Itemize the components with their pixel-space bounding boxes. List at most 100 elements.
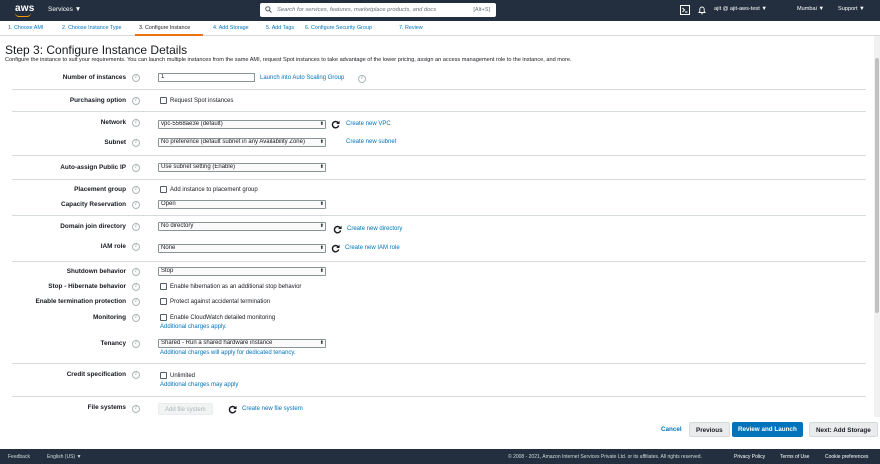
info-icon[interactable]: i (132, 268, 140, 276)
domain-join-select[interactable]: No directory ⬍ (158, 222, 326, 231)
step-configure-security-group[interactable]: 6. Configure Security Group (305, 25, 372, 31)
feedback-link[interactable]: Feedback (8, 454, 30, 460)
privacy-policy-link[interactable]: Privacy Policy (734, 454, 765, 460)
monitoring-charges-link[interactable]: Additional charges apply. (160, 324, 227, 330)
support-menu[interactable]: Support ▼ (838, 6, 865, 12)
info-icon[interactable]: i (132, 314, 140, 322)
termination-protection-checkbox[interactable]: Protect against accidental termination (160, 298, 270, 305)
step-add-tags[interactable]: 5. Add Tags (266, 25, 294, 31)
bell-icon[interactable] (697, 5, 707, 15)
cancel-button[interactable]: Cancel (655, 422, 688, 437)
checkbox[interactable] (160, 314, 167, 321)
review-and-launch-button[interactable]: Review and Launch (732, 422, 803, 437)
services-menu[interactable]: Services ▼ (48, 6, 81, 13)
info-icon[interactable]: i (132, 119, 140, 127)
checkbox[interactable] (160, 97, 167, 104)
label-termination-protection: Enable termination protection (35, 298, 126, 305)
checkbox[interactable] (160, 283, 167, 290)
checkbox-label: Unlimited (170, 372, 196, 379)
placement-group-checkbox[interactable]: Add instance to placement group (160, 186, 258, 193)
hibernation-checkbox[interactable]: Enable hibernation as an additional stop… (160, 283, 301, 290)
checkbox[interactable] (160, 298, 167, 305)
subnet-select[interactable]: No preference (default subnet in any Ava… (158, 138, 326, 147)
refresh-icon[interactable] (331, 120, 340, 129)
divider (12, 396, 866, 397)
public-ip-select[interactable]: Use subnet setting (Enable) ⬍ (158, 163, 326, 172)
create-new-directory-link[interactable]: Create new directory (347, 226, 402, 232)
step-choose-instance-type[interactable]: 2. Choose Instance Type (62, 25, 122, 31)
label-tenancy: Tenancy (100, 340, 126, 347)
search-box[interactable]: Search for services, features, marketpla… (260, 3, 496, 17)
info-icon[interactable]: i (132, 139, 140, 147)
create-new-iam-role-link[interactable]: Create new IAM role (345, 245, 400, 251)
step-review[interactable]: 7. Review (399, 25, 423, 31)
select-arrow-icon: ⬍ (319, 223, 324, 229)
create-new-file-system-link[interactable]: Create new file system (242, 406, 303, 412)
subnet-select-value: No preference (default subnet in any Ava… (161, 139, 305, 145)
active-step-indicator (135, 34, 203, 36)
refresh-icon[interactable] (333, 225, 342, 234)
info-icon[interactable]: i (132, 201, 140, 209)
aws-logo[interactable]: aws (12, 2, 36, 19)
divider (12, 155, 866, 156)
page-title: Step 3: Configure Instance Details (5, 43, 188, 57)
number-of-instances-input[interactable]: 1 (158, 73, 255, 82)
tenancy-select[interactable]: Shared - Run a shared hardware instance ⬍ (158, 339, 326, 348)
cloudwatch-monitoring-checkbox[interactable]: Enable CloudWatch detailed monitoring (160, 314, 275, 321)
action-bar: Cancel Previous Review and Launch Next: … (0, 417, 880, 447)
add-file-system-button[interactable]: Add file system (158, 403, 213, 415)
label-purchasing-option: Purchasing option (69, 97, 126, 104)
label-subnet: Subnet (104, 139, 126, 146)
unlimited-checkbox[interactable]: Unlimited (160, 372, 195, 379)
create-new-subnet-link[interactable]: Create new subnet (346, 139, 396, 145)
label-iam-role: IAM role (100, 243, 126, 250)
info-icon[interactable]: i (132, 243, 140, 251)
label-domain-join-directory: Domain join directory (60, 223, 126, 230)
info-icon[interactable]: i (132, 186, 140, 194)
info-icon[interactable]: i (132, 223, 140, 231)
info-icon[interactable]: i (132, 405, 140, 413)
info-icon[interactable]: i (132, 74, 140, 82)
public-ip-select-value: Use subnet setting (Enable) (161, 164, 236, 170)
account-menu[interactable]: ajit @ ajit-aws-test ▼ (714, 6, 767, 12)
terms-of-use-link[interactable]: Terms of Use (780, 454, 809, 460)
label-network: Network (100, 119, 126, 126)
network-select[interactable]: vpc-5568ae3e (default) ⬍ (158, 120, 326, 129)
step-choose-ami[interactable]: 1. Choose AMI (8, 25, 43, 31)
info-icon[interactable]: i (132, 298, 140, 306)
cookie-preferences-link[interactable]: Cookie preferences (825, 454, 868, 460)
info-icon[interactable]: i (132, 97, 140, 105)
request-spot-checkbox[interactable]: Request Spot instances (160, 97, 233, 104)
previous-button[interactable]: Previous (689, 422, 730, 437)
info-icon[interactable]: i (132, 283, 140, 291)
checkbox-label: Protect against accidental termination (170, 298, 271, 305)
tenancy-charges-link[interactable]: Additional charges will apply for dedica… (160, 350, 296, 356)
step-add-storage[interactable]: 4. Add Storage (213, 25, 249, 31)
checkbox-label: Add instance to placement group (170, 186, 258, 193)
refresh-icon[interactable] (331, 244, 340, 253)
checkbox[interactable] (160, 186, 167, 193)
select-arrow-icon: ⬍ (319, 268, 324, 274)
divider (12, 215, 866, 216)
language-selector[interactable]: English (US) ▼ (47, 454, 81, 460)
next-add-storage-button[interactable]: Next: Add Storage (809, 422, 878, 437)
info-icon[interactable]: i (132, 340, 140, 348)
shutdown-behavior-select[interactable]: Stop ⬍ (158, 267, 326, 276)
step-configure-instance[interactable]: 3. Configure Instance (139, 25, 190, 31)
search-shortcut: [Alt+S] (473, 6, 490, 13)
capacity-reservation-select[interactable]: Open ⬍ (158, 200, 326, 209)
iam-role-select[interactable]: None ⬍ (158, 244, 326, 253)
scrollbar-thumb[interactable] (875, 58, 879, 313)
divider (12, 261, 866, 262)
launch-auto-scaling-link[interactable]: Launch into Auto Scaling Group (260, 75, 344, 81)
info-icon[interactable]: i (358, 75, 366, 83)
checkbox[interactable] (160, 372, 167, 379)
credit-charges-link[interactable]: Additional charges may apply (160, 382, 238, 388)
region-menu[interactable]: Mumbai ▼ (797, 6, 824, 12)
terminal-icon[interactable] (680, 5, 690, 15)
label-auto-assign-public-ip: Auto-assign Public IP (60, 164, 126, 171)
info-icon[interactable]: i (132, 164, 140, 172)
refresh-icon[interactable] (228, 405, 237, 414)
info-icon[interactable]: i (132, 371, 140, 379)
create-new-vpc-link[interactable]: Create new VPC (346, 121, 391, 127)
